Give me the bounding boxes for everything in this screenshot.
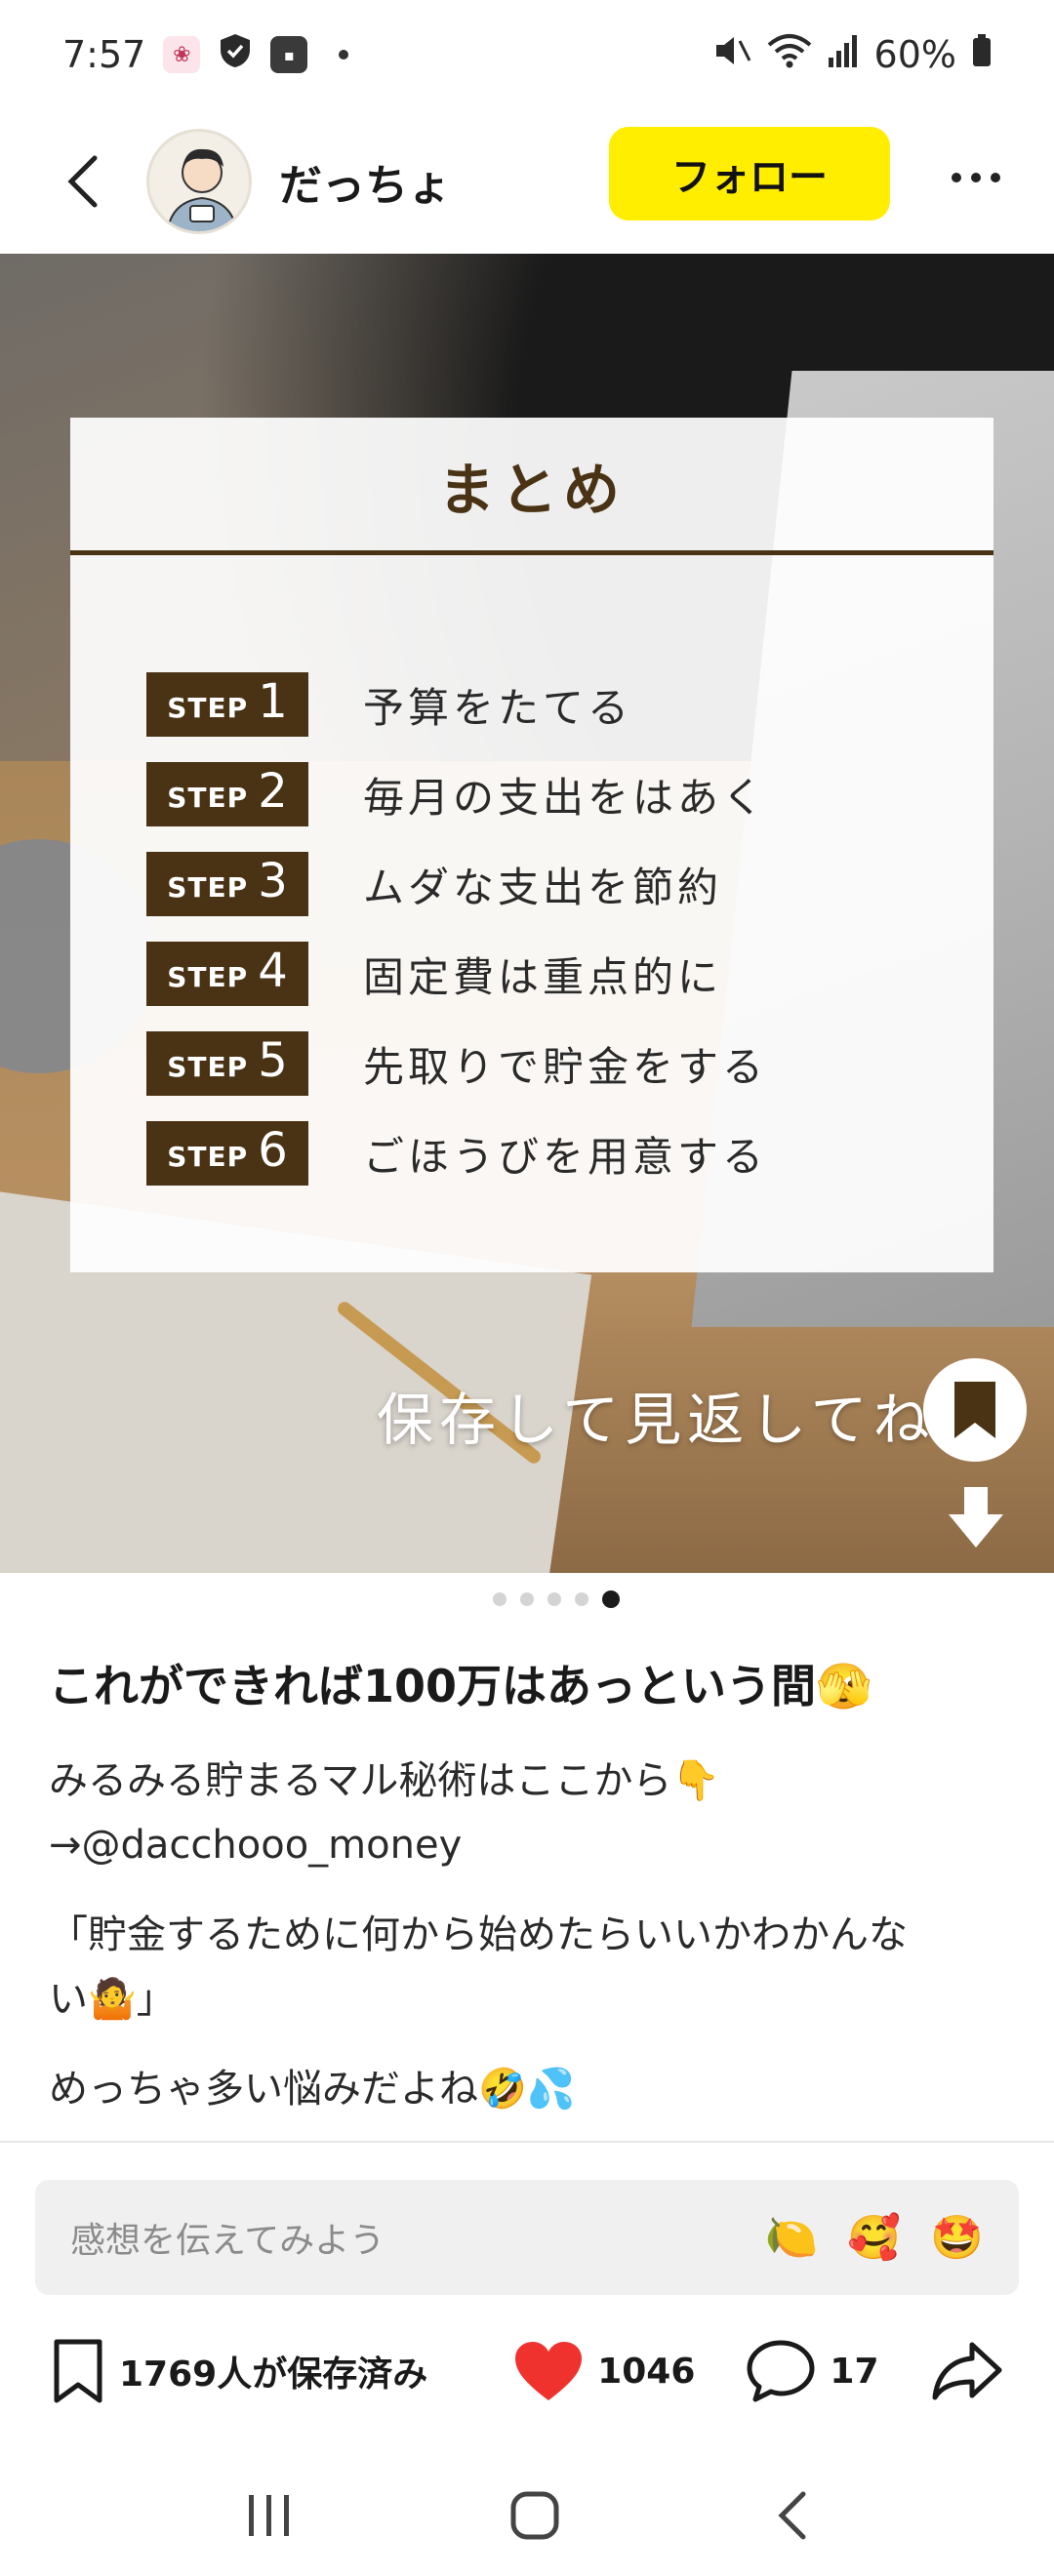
step-number: 4 xyxy=(258,944,288,998)
post-text-line: みるみる貯まるマル秘術はここから👇 xyxy=(49,1758,721,1803)
pager-dot[interactable] xyxy=(493,1592,507,1606)
image-pager xyxy=(0,1590,1054,1608)
step-word: STEP xyxy=(167,961,249,993)
step-badge: STEP 6 xyxy=(146,1121,308,1186)
battery-percent: 60% xyxy=(873,33,956,76)
battery-icon xyxy=(972,33,992,76)
comment-button[interactable]: 17 xyxy=(746,2339,879,2403)
like-count: 1046 xyxy=(597,2351,696,2392)
comment-bubble-icon xyxy=(747,2340,815,2402)
step-text: 予算をたてる xyxy=(363,683,633,732)
step-badge: STEP 3 xyxy=(146,852,308,916)
step-badge: STEP 2 xyxy=(146,762,308,826)
arrow-down-icon xyxy=(949,1487,1003,1548)
avatar[interactable] xyxy=(146,129,252,234)
home-icon xyxy=(510,2491,559,2540)
follow-button[interactable]: フォロー xyxy=(609,127,890,221)
chevron-left-icon xyxy=(778,2491,806,2540)
comment-input[interactable]: 感想を伝えてみよう 🍋 🥰 🤩 xyxy=(35,2180,1019,2295)
step-item: STEP 1 予算をたてる xyxy=(146,660,947,749)
account-mention-link[interactable]: →@dacchooo_money xyxy=(49,1813,1015,1877)
comment-count: 17 xyxy=(830,2351,879,2392)
step-number: 1 xyxy=(258,674,288,729)
status-time: 7:57 xyxy=(62,33,146,76)
recent-apps-icon xyxy=(248,2495,289,2536)
wifi-icon xyxy=(767,33,812,77)
step-word: STEP xyxy=(167,782,249,814)
comment-placeholder: 感想を伝えてみよう xyxy=(70,2221,385,2261)
share-arrow-icon xyxy=(932,2342,1002,2400)
step-number: 5 xyxy=(258,1033,288,1088)
step-number: 2 xyxy=(258,764,288,819)
app-notification-icon: ❀ xyxy=(163,36,201,73)
dot xyxy=(952,173,961,182)
step-item: STEP 5 先取りで貯金をする xyxy=(146,1019,947,1108)
pager-dot-active[interactable] xyxy=(602,1590,620,1608)
step-text: ごほうびを用意する xyxy=(363,1132,768,1181)
step-text: ムダな支出を節約 xyxy=(363,863,723,911)
back-button[interactable] xyxy=(39,138,127,225)
divider xyxy=(0,2141,1054,2143)
reaction-emoji-button[interactable]: 🤩 xyxy=(930,2212,984,2263)
step-item: STEP 4 固定費は重点的に xyxy=(146,929,947,1019)
heart-icon xyxy=(515,2342,583,2400)
step-text: 毎月の支出をはあく xyxy=(363,773,768,822)
save-caption: 保存して見返してね xyxy=(377,1387,936,1453)
status-bar: 7:57 ❀ ▪ 60% xyxy=(0,0,1054,109)
username[interactable]: だっちょ xyxy=(279,150,451,213)
step-badge: STEP 4 xyxy=(146,942,308,1006)
recent-apps-button[interactable] xyxy=(245,2493,294,2542)
bookmark-badge xyxy=(923,1358,1027,1462)
quick-reactions: 🍋 🥰 🤩 xyxy=(765,2212,984,2263)
summary-title: まとめ xyxy=(437,457,626,523)
bookmark-icon xyxy=(954,1382,995,1438)
app-notification-icon: ▪ xyxy=(270,36,308,73)
more-notifications-dot xyxy=(339,50,349,60)
pager-dot[interactable] xyxy=(520,1592,534,1606)
pager-dot[interactable] xyxy=(547,1592,561,1606)
step-text: 固定費は重点的に xyxy=(363,952,723,1001)
reaction-emoji-button[interactable]: 🍋 xyxy=(765,2212,819,2263)
post-text-line: 「貯金するために何から始めたらいいかわかんな xyxy=(49,1912,908,1957)
mute-icon xyxy=(712,33,751,77)
post-title: これができれば100万はあっという間🫣 xyxy=(49,1660,872,1712)
step-item: STEP 3 ムダな支出を節約 xyxy=(146,839,947,929)
saved-count: 1769人が保存済み xyxy=(119,2355,428,2395)
step-item: STEP 6 ごほうびを用意する xyxy=(146,1108,947,1198)
post-text-line: めっちゃ多い悩みだよね🤣💦 xyxy=(49,2067,576,2112)
more-options-button[interactable] xyxy=(937,139,1015,217)
step-badge: STEP 5 xyxy=(146,1031,308,1096)
post-text-line: い🤷」 xyxy=(49,1977,176,2022)
summary-card: まとめ STEP 1 予算をたてる STEP 2 毎月の支出をはあく STEP 3 ム… xyxy=(70,418,993,1272)
step-number: 6 xyxy=(258,1123,288,1178)
dot xyxy=(971,173,981,182)
system-back-button[interactable] xyxy=(776,2490,809,2545)
like-button[interactable]: 1046 xyxy=(513,2340,695,2402)
steps-list: STEP 1 予算をたてる STEP 2 毎月の支出をはあく STEP 3 ムダな支出… xyxy=(146,660,947,1198)
post-header: だっちょ フォロー xyxy=(0,109,1054,254)
post-image[interactable]: まとめ STEP 1 予算をたてる STEP 2 毎月の支出をはあく STEP 3 ム… xyxy=(0,254,1054,1573)
step-text: 先取りで貯金をする xyxy=(363,1042,768,1091)
action-bar: 1769人が保存済み 1046 17 xyxy=(0,2322,1054,2420)
shield-icon xyxy=(218,32,253,78)
step-badge: STEP 1 xyxy=(146,672,308,737)
save-button[interactable]: 1769人が保存済み xyxy=(51,2338,427,2404)
post-body: これができれば100万はあっという間🫣 みるみる貯まるマル秘術はここから👇 →@… xyxy=(49,1649,1015,2121)
step-number: 3 xyxy=(258,854,288,908)
reaction-emoji-button[interactable]: 🥰 xyxy=(847,2212,901,2263)
share-button[interactable] xyxy=(931,2341,1003,2401)
system-nav-bar xyxy=(0,2459,1054,2576)
step-word: STEP xyxy=(167,1141,249,1173)
step-word: STEP xyxy=(167,871,249,904)
dot xyxy=(991,173,1000,182)
home-button[interactable] xyxy=(509,2490,560,2545)
step-item: STEP 2 毎月の支出をはあく xyxy=(146,749,947,839)
step-word: STEP xyxy=(167,1051,249,1083)
pager-dot[interactable] xyxy=(575,1592,588,1606)
title-divider xyxy=(70,550,993,555)
bookmark-outline-icon xyxy=(54,2339,102,2403)
chevron-left-icon xyxy=(67,155,98,208)
signal-icon xyxy=(828,33,859,76)
step-word: STEP xyxy=(167,692,249,724)
